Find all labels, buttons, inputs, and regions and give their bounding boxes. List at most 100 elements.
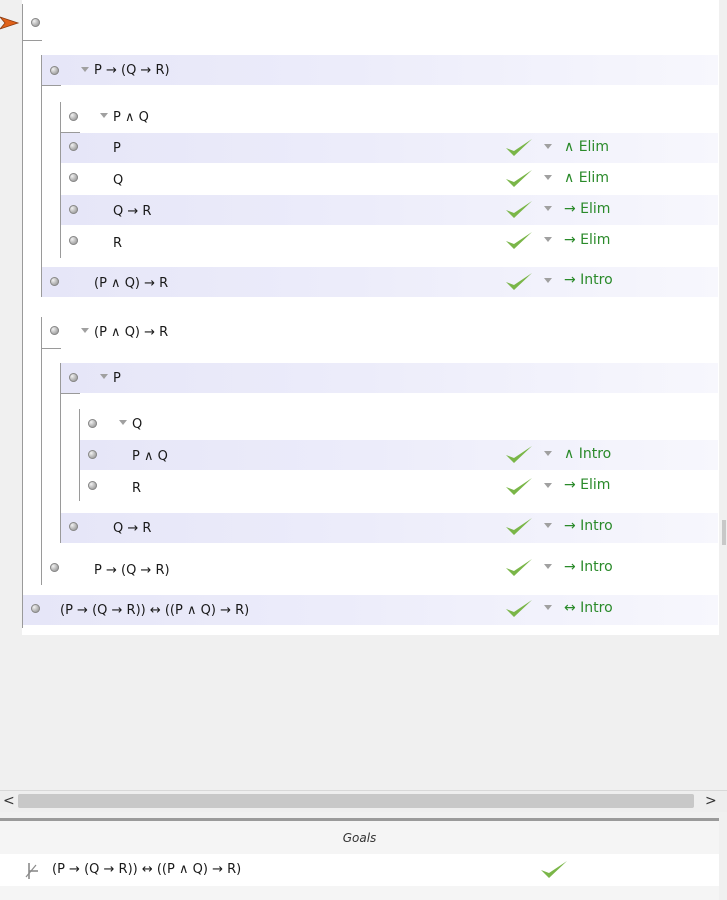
proof-pane: P → (Q → R) P ∧ Q P ∧ Elim Q ∧ Elim Q → … — [0, 0, 727, 790]
scroll-left-icon[interactable]: < — [3, 793, 15, 809]
collapse-triangle-icon[interactable] — [100, 113, 108, 118]
step-sentence[interactable]: P — [113, 371, 121, 386]
checkmark-icon — [541, 861, 567, 878]
step-bullet-icon[interactable] — [69, 236, 78, 245]
checkmark-icon — [506, 232, 532, 249]
checkmark-icon — [506, 446, 532, 463]
step-bullet-icon[interactable] — [69, 205, 78, 214]
proof-sheet: P → (Q → R) P ∧ Q P ∧ Elim Q ∧ Elim Q → … — [22, 0, 719, 635]
step-sentence[interactable]: Q — [132, 417, 142, 432]
step-bullet-icon[interactable] — [31, 18, 40, 27]
collapse-triangle-icon[interactable] — [81, 328, 89, 333]
step-bullet-icon[interactable] — [50, 66, 59, 75]
step-sentence[interactable]: (P ∧ Q) → R — [94, 325, 168, 340]
step-sentence[interactable]: R — [113, 236, 122, 251]
subproof1-assumption-line — [41, 85, 61, 86]
step-sentence[interactable]: Q → R — [113, 204, 151, 219]
goals-header: Goals — [0, 821, 719, 851]
step-sentence[interactable]: R — [132, 481, 141, 496]
step-sentence[interactable]: Q → R — [113, 521, 151, 536]
rule-label[interactable]: → Intro — [564, 518, 613, 534]
rule-label[interactable]: → Intro — [564, 559, 613, 575]
step-sentence[interactable]: P → (Q → R) — [94, 63, 170, 78]
vertical-scrollbar[interactable] — [719, 0, 727, 790]
step-bullet-icon[interactable] — [69, 112, 78, 121]
step-sentence[interactable]: P ∧ Q — [132, 449, 168, 464]
proof-step-assumption[interactable]: (P ∧ Q) → R — [42, 317, 718, 347]
subproof2-assumption-line — [41, 348, 61, 349]
step-bullet-icon[interactable] — [31, 604, 40, 613]
goal-item[interactable]: (P → (Q → R)) ↔ ((P ∧ Q) → R) — [0, 854, 719, 886]
horizontal-scrollbar[interactable]: < > — [0, 790, 727, 812]
rule-menu-triangle-icon[interactable] — [544, 144, 552, 149]
scroll-right-icon[interactable]: > — [705, 793, 717, 809]
rule-label[interactable]: ∧ Elim — [564, 139, 609, 155]
goal-turnstile-icon — [25, 863, 38, 879]
rule-menu-triangle-icon[interactable] — [544, 278, 552, 283]
collapse-triangle-icon[interactable] — [119, 420, 127, 425]
rule-menu-triangle-icon[interactable] — [544, 206, 552, 211]
proof-step-assumption[interactable]: P ∧ Q — [61, 102, 718, 132]
proof-step-assumption[interactable]: Q — [80, 409, 718, 439]
checkmark-icon — [506, 170, 532, 187]
step-bullet-icon[interactable] — [50, 277, 59, 286]
step-bullet-icon[interactable] — [69, 522, 78, 531]
checkmark-icon — [506, 600, 532, 617]
rule-label[interactable]: → Elim — [564, 201, 610, 217]
proof-step-premise[interactable] — [23, 8, 718, 38]
proof-step[interactable]: P → (Q → R) → Intro — [42, 554, 718, 584]
rule-menu-triangle-icon[interactable] — [544, 175, 552, 180]
checkmark-icon — [506, 518, 532, 535]
step-sentence[interactable]: (P ∧ Q) → R — [94, 276, 168, 291]
rule-menu-triangle-icon[interactable] — [544, 605, 552, 610]
proof-step-conclusion[interactable]: (P → (Q → R)) ↔ ((P ∧ Q) → R) ↔ Intro — [23, 595, 718, 625]
step-sentence[interactable]: P ∧ Q — [113, 110, 149, 125]
step-bullet-icon[interactable] — [50, 326, 59, 335]
proof-step[interactable]: (P ∧ Q) → R → Intro — [42, 267, 718, 297]
rule-menu-triangle-icon[interactable] — [544, 483, 552, 488]
focus-pointer-icon — [0, 16, 20, 30]
step-sentence[interactable]: (P → (Q → R)) ↔ ((P ∧ Q) → R) — [60, 603, 249, 618]
main-scope-line — [22, 4, 23, 628]
proof-step-assumption[interactable]: P → (Q → R) — [42, 55, 718, 85]
checkmark-icon — [506, 478, 532, 495]
proof-step[interactable]: P ∧ Elim — [61, 133, 718, 163]
rule-menu-triangle-icon[interactable] — [544, 523, 552, 528]
proof-step[interactable]: Q → R → Elim — [61, 195, 718, 225]
step-bullet-icon[interactable] — [69, 373, 78, 382]
collapse-triangle-icon[interactable] — [100, 374, 108, 379]
rule-label[interactable]: → Elim — [564, 477, 610, 493]
horizontal-scroll-thumb[interactable] — [18, 794, 694, 808]
proof-step[interactable]: R → Elim — [80, 472, 718, 502]
goals-panel: Goals (P → (Q → R)) ↔ ((P ∧ Q) → R) — [0, 818, 719, 900]
step-bullet-icon[interactable] — [69, 173, 78, 182]
subproof1-scope-line — [41, 55, 42, 297]
rule-label[interactable]: ∧ Intro — [564, 446, 611, 462]
rule-menu-triangle-icon[interactable] — [544, 564, 552, 569]
vertical-scroll-grip[interactable] — [722, 520, 726, 545]
proof-step[interactable]: Q → R → Intro — [61, 513, 718, 543]
proof-step[interactable]: Q ∧ Elim — [61, 164, 718, 194]
step-sentence[interactable]: Q — [113, 173, 123, 188]
checkmark-icon — [506, 139, 532, 156]
rule-label[interactable]: ↔ Intro — [564, 600, 613, 616]
proof-step-assumption[interactable]: P — [61, 363, 718, 393]
proof-step[interactable]: P ∧ Q ∧ Intro — [80, 440, 718, 470]
step-bullet-icon[interactable] — [88, 450, 97, 459]
rule-menu-triangle-icon[interactable] — [544, 451, 552, 456]
step-sentence[interactable]: P — [113, 141, 121, 156]
rule-menu-triangle-icon[interactable] — [544, 237, 552, 242]
subproof2-scope-line — [41, 317, 42, 585]
goal-sentence: (P → (Q → R)) ↔ ((P ∧ Q) → R) — [52, 862, 242, 877]
checkmark-icon — [506, 273, 532, 290]
step-bullet-icon[interactable] — [50, 563, 59, 572]
rule-label[interactable]: ∧ Elim — [564, 170, 609, 186]
step-bullet-icon[interactable] — [88, 481, 97, 490]
step-bullet-icon[interactable] — [69, 142, 78, 151]
step-sentence[interactable]: P → (Q → R) — [94, 563, 170, 578]
collapse-triangle-icon[interactable] — [81, 67, 89, 72]
rule-label[interactable]: → Intro — [564, 272, 613, 288]
step-bullet-icon[interactable] — [88, 419, 97, 428]
rule-label[interactable]: → Elim — [564, 232, 610, 248]
proof-step[interactable]: R → Elim — [61, 226, 718, 256]
